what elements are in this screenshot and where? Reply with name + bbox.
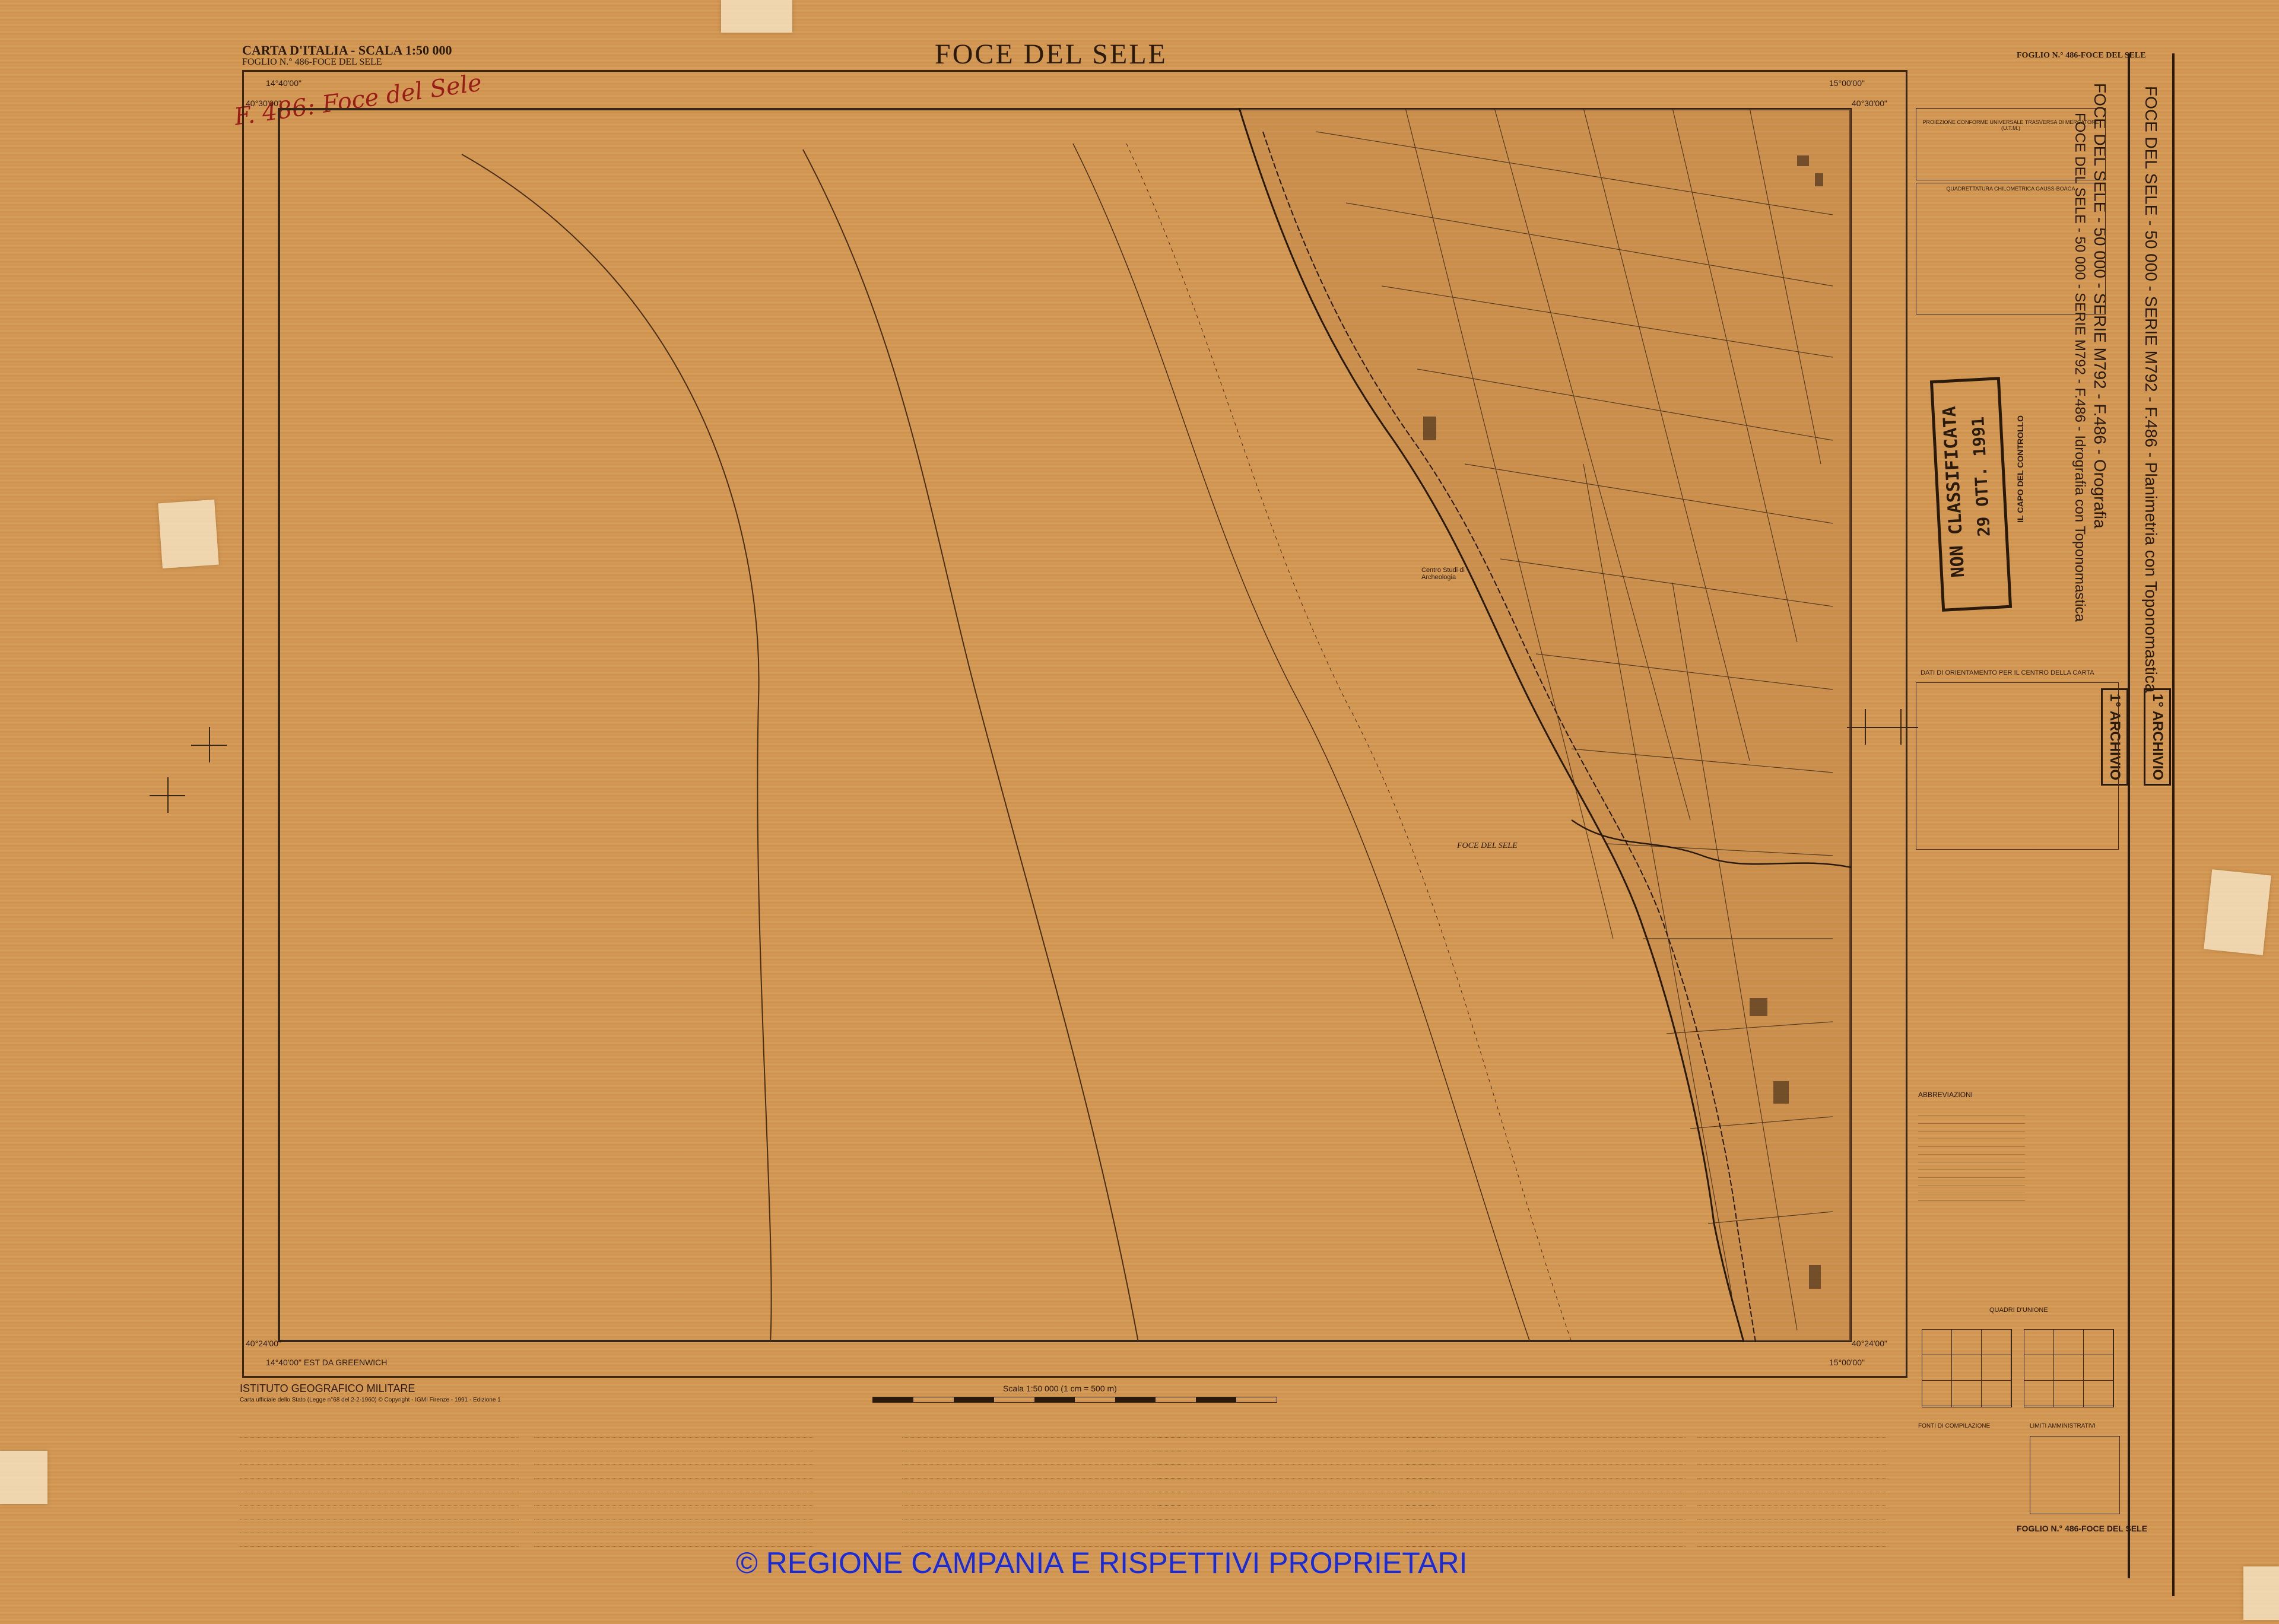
registration-cross [1883, 709, 1918, 745]
archive-stamp-2: 1° ARCHIVIO [2144, 688, 2171, 786]
admin-box [2030, 1436, 2120, 1514]
orientation-box [1916, 682, 2119, 850]
river-label: FOCE DEL SELE [1457, 841, 1518, 850]
coord-top-right-lon: 15°00'00" [1829, 78, 1865, 88]
coord-top-left-lat: 40°30'00" [246, 98, 281, 108]
coord-bottom-left-lat: 40°24'00" [246, 1339, 281, 1348]
projection-title: PROIEZIONE CONFORME UNIVERSALE TRASVERSA… [1922, 119, 2099, 131]
junction-grid-left [1922, 1329, 2012, 1407]
stamp-date: 29 OTT. 1991 [1968, 416, 1994, 538]
legend-column [1697, 1424, 1887, 1549]
isobath-line [461, 154, 772, 1342]
coord-bottom-right-lon: 15°00'00" [1829, 1358, 1865, 1367]
grid-title: QUADRETTATURA CHILOMETRICA GAUSS-BOAGA [1946, 186, 2075, 192]
classification-stamp: NON CLASSIFICATA 29 OTT. 1991 [1929, 377, 2013, 612]
legend-column [1407, 1424, 1686, 1549]
tape-bottom-right [2243, 1566, 2279, 1620]
orientation-title: DATI DI ORIENTAMENTO PER IL CENTRO DELLA… [1921, 669, 2094, 676]
bottom-right-sheet: FOGLIO N.° 486-FOCE DEL SELE [2017, 1524, 2148, 1533]
copyright-notice: © REGIONE CAMPANIA E RISPETTIVI PROPRIET… [736, 1546, 1468, 1579]
projection-box: PROIEZIONE CONFORME UNIVERSALE TRASVERSA… [1916, 108, 2106, 180]
place-label: Centro Studi di Archeologia [1421, 567, 1465, 581]
series-line: CARTA D'ITALIA - SCALA 1:50 000 [242, 43, 452, 58]
scale-label: Scala 1:50 000 (1 cm = 500 m) [1003, 1384, 1117, 1393]
tape-top [721, 0, 792, 33]
abbreviations-list [1918, 1108, 2025, 1203]
publisher: ISTITUTO GEOGRAFICO MILITARE [240, 1383, 415, 1394]
coord-bottom-left-lon: 14°40'00" EST DA GREENWICH [266, 1358, 388, 1367]
top-right-sheet: FOGLIO N.° 486-FOCE DEL SELE [2017, 51, 2146, 60]
stamp-main-text: NON CLASSIFICATA [1939, 405, 1969, 579]
legend-column [1157, 1424, 1436, 1549]
publisher-note: Carta ufficiale dello Stato (Legge n°68 … [240, 1397, 501, 1403]
junction-grid-right [2024, 1329, 2114, 1407]
registration-cross [191, 727, 227, 762]
coord-bottom-right-lat: 40°24'00" [1852, 1339, 1887, 1348]
coord-top-right-lat: 40°30'00" [1852, 98, 1887, 108]
legend-column [240, 1424, 519, 1549]
junction-title: QUADRI D'UNIONE [1989, 1307, 2048, 1314]
sheet-line: FOGLIO N.° 486-FOCE DEL SELE [242, 57, 382, 67]
legend-column [902, 1424, 1181, 1549]
main-title: FOCE DEL SELE [935, 39, 1167, 70]
isobath-line [802, 149, 1139, 1342]
registration-cross [150, 777, 185, 813]
coord-top-left-lon: 14°40'00" [266, 78, 301, 88]
grid-box: QUADRETTATURA CHILOMETRICA GAUSS-BOAGA [1916, 183, 2106, 314]
side-border-line [2128, 53, 2130, 1578]
compilation-title: FONTI DI COMPILAZIONE [1918, 1423, 1991, 1429]
vertical-title-planimetria: FOCE DEL SELE - 50 000 - SERIE M792 - F.… [2142, 86, 2160, 693]
map-sheet: CARTA D'ITALIA - SCALA 1:50 000 FOGLIO N… [0, 0, 2279, 1624]
admin-title: LIMITI AMMINISTRATIVI [2030, 1423, 2096, 1429]
tape-bottom-left [0, 1451, 47, 1504]
map-area [461, 108, 1852, 1342]
tape-right [2204, 869, 2271, 955]
abbreviations-title: ABBREVIAZIONI [1918, 1091, 1973, 1099]
stamp-sub-text: IL CAPO DEL CONTROLLO [2015, 415, 2025, 523]
registration-cross [1847, 709, 1883, 745]
tape-left [158, 499, 219, 569]
legend-column [534, 1424, 813, 1549]
side-border-line [2172, 53, 2175, 1596]
scale-bar [872, 1397, 1277, 1403]
